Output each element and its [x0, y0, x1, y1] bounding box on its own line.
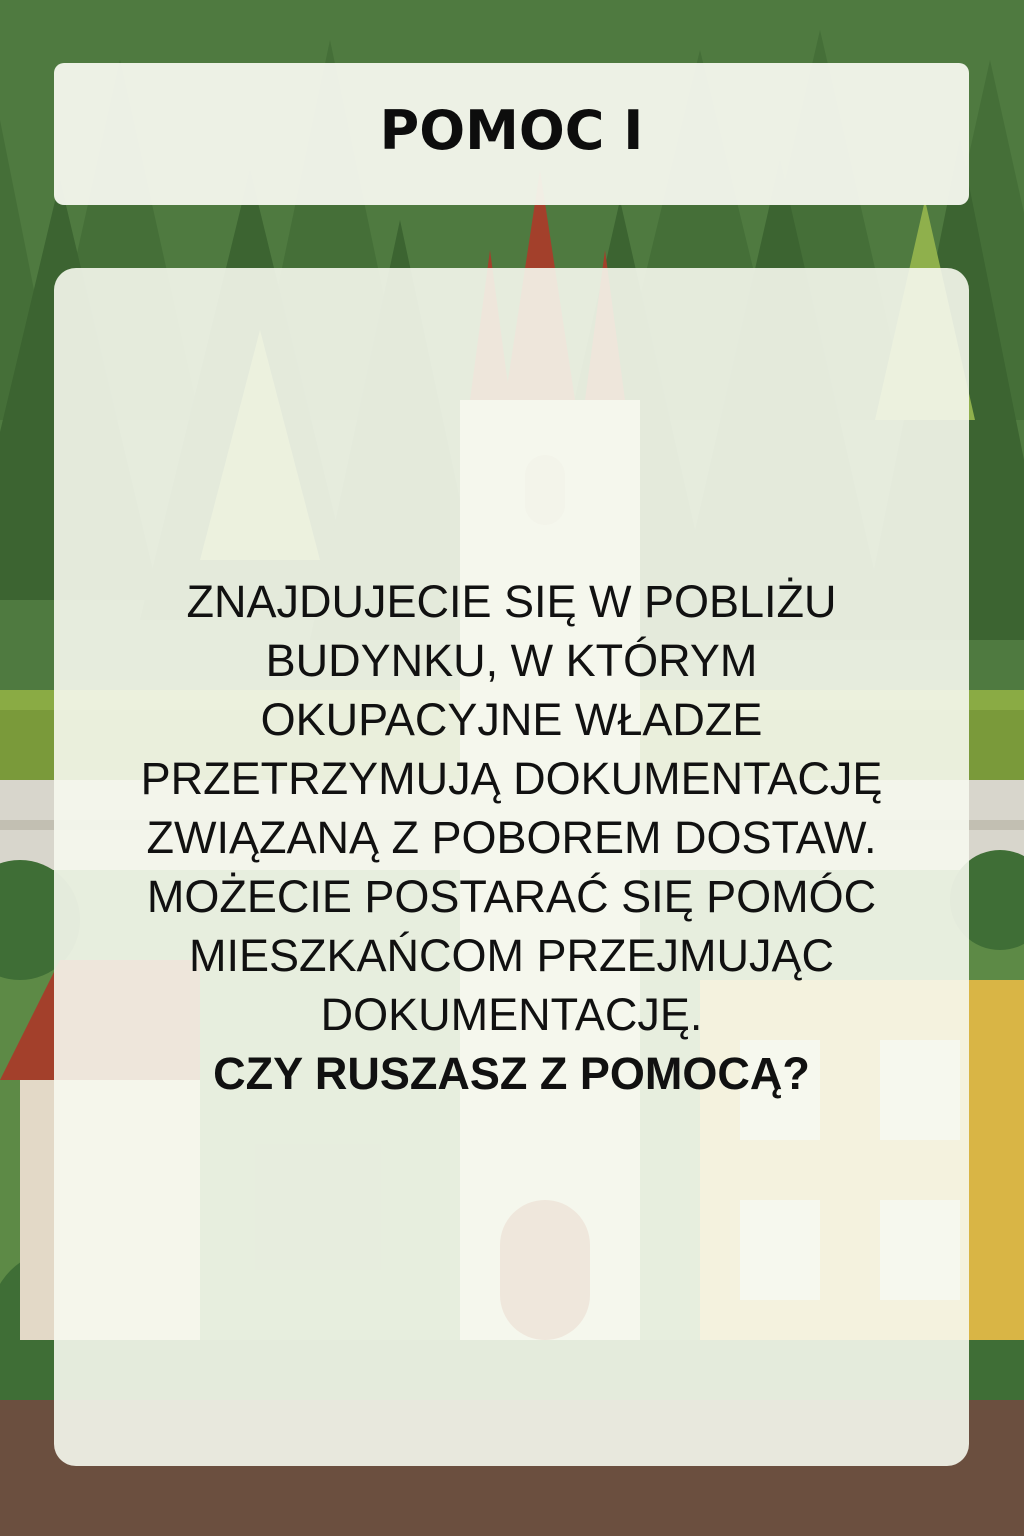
event-card: ZNAJDUJECIE SIĘ W POBLIŻU BUDYNKU, W KTÓ… — [54, 268, 969, 1466]
card-title: POMOC I — [379, 98, 644, 162]
event-question: CZY RUSZASZ Z POMOCĄ? — [213, 1047, 810, 1099]
title-card: POMOC I — [54, 63, 969, 205]
event-description: ZNAJDUJECIE SIĘ W POBLIŻU BUDYNKU, W KTÓ… — [140, 575, 883, 1040]
